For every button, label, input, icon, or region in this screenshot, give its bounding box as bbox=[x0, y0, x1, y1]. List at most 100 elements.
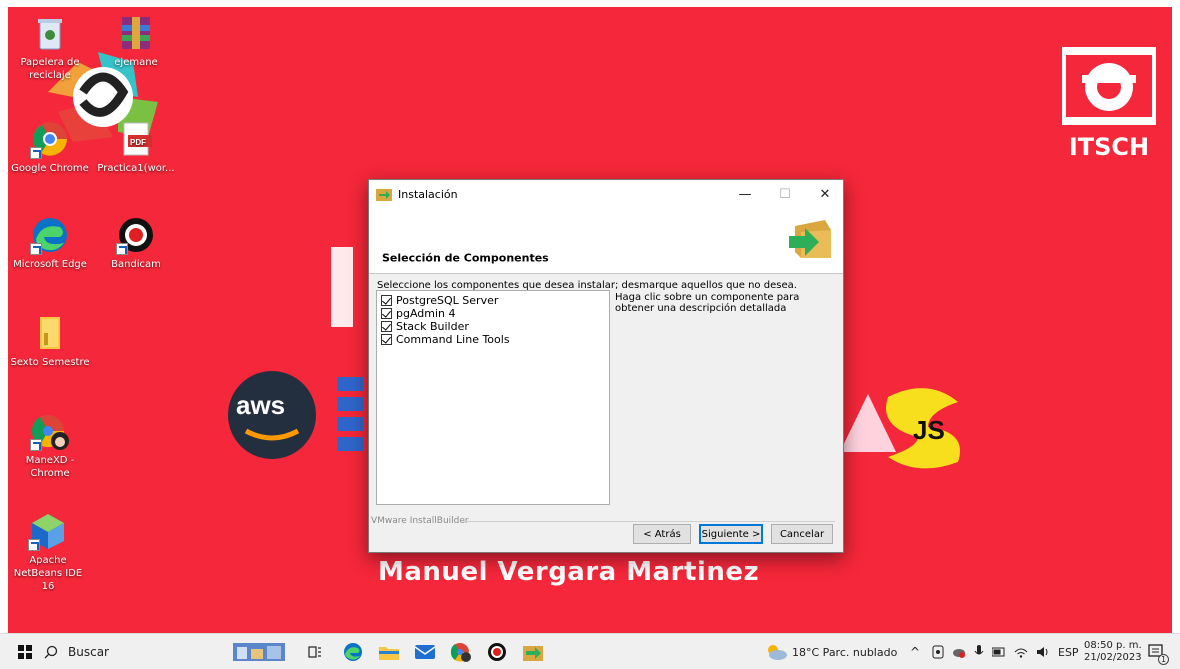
component-pgadmin[interactable]: pgAdmin 4 bbox=[381, 307, 605, 320]
clock-time: 08:50 p. m. bbox=[1084, 640, 1142, 651]
recycle-bin-icon bbox=[30, 13, 70, 53]
notification-count: 1 bbox=[1158, 654, 1170, 665]
folder-icon bbox=[379, 647, 399, 660]
package-arrow-icon bbox=[789, 220, 831, 258]
winrar-archive-icon bbox=[116, 13, 156, 53]
taskbar-mail[interactable] bbox=[408, 634, 442, 669]
aws-text: aws bbox=[236, 390, 286, 420]
news-widget[interactable] bbox=[230, 634, 288, 669]
cloud-sync-icon[interactable] bbox=[952, 646, 966, 658]
desktop-icon-chrome[interactable]: Google Chrome bbox=[8, 119, 92, 175]
language-text: ESP bbox=[1058, 645, 1079, 659]
component-command-line-tools[interactable]: Command Line Tools bbox=[381, 333, 605, 346]
search-placeholder: Buscar bbox=[68, 645, 109, 659]
desktop-icon-label: ejemane bbox=[114, 57, 158, 68]
battery-icon[interactable] bbox=[992, 647, 1006, 657]
cancel-button[interactable]: Cancelar bbox=[771, 524, 833, 544]
task-view-button[interactable] bbox=[300, 634, 330, 669]
weather-text: 18°C Parc. nublado bbox=[792, 645, 898, 659]
itsch-emblem-icon bbox=[1058, 47, 1160, 125]
checkbox[interactable] bbox=[381, 321, 392, 332]
task-view-icon bbox=[308, 646, 321, 658]
close-button[interactable]: ✕ bbox=[805, 180, 845, 208]
js-text: JS bbox=[913, 415, 945, 445]
maximize-button[interactable]: ☐ bbox=[765, 180, 805, 208]
desktop-icon-bandicam[interactable]: Bandicam bbox=[94, 215, 178, 271]
installer-app-icon bbox=[376, 189, 392, 201]
pdf-file-icon: PDF bbox=[116, 119, 156, 159]
clock[interactable]: 08:50 p. m. 21/02/2023 bbox=[1084, 634, 1142, 669]
header-title: Selección de Componentes bbox=[382, 251, 549, 265]
desktop-icon-label: Papelera de reciclaje bbox=[20, 57, 80, 81]
dialog-title: Instalación bbox=[398, 187, 458, 201]
show-hidden-icons-button[interactable]: ^ bbox=[910, 634, 920, 669]
checkbox[interactable] bbox=[381, 308, 392, 319]
microphone-icon[interactable] bbox=[974, 645, 984, 659]
desktop-icon-ejemane[interactable]: ejemane bbox=[94, 13, 178, 69]
taskbar-chrome-profile[interactable] bbox=[444, 634, 478, 669]
taskbar-search[interactable]: Buscar bbox=[44, 634, 214, 669]
desktop-icon-edge[interactable]: Microsoft Edge bbox=[8, 215, 92, 271]
next-button[interactable]: Siguiente > bbox=[699, 524, 763, 544]
svg-text:PDF: PDF bbox=[130, 138, 146, 147]
stack-logo-icon bbox=[331, 247, 363, 451]
tray-icons bbox=[932, 634, 1050, 669]
desktop-icon-label: Bandicam bbox=[111, 259, 161, 270]
shortcut-arrow-icon bbox=[30, 439, 42, 451]
taskbar-file-explorer[interactable] bbox=[372, 634, 406, 669]
taskbar-edge[interactable] bbox=[336, 634, 370, 669]
taskbar-bandicam[interactable] bbox=[480, 634, 514, 669]
back-button[interactable]: < Atrás bbox=[633, 524, 691, 544]
edge-icon bbox=[344, 643, 362, 661]
component-stack-builder[interactable]: Stack Builder bbox=[381, 320, 605, 333]
weather-partly-cloudy-icon bbox=[768, 645, 787, 660]
desktop-icon-label: Apache NetBeans IDE 16 bbox=[13, 555, 83, 592]
shortcut-arrow-icon bbox=[30, 243, 42, 255]
notification-center-button[interactable]: 1 bbox=[1148, 634, 1170, 669]
bandicam-icon bbox=[488, 643, 506, 661]
meet-now-icon[interactable] bbox=[932, 645, 944, 659]
wifi-icon[interactable] bbox=[1014, 646, 1028, 658]
desktop-icon-label: Microsoft Edge bbox=[13, 259, 87, 270]
itsch-text: ITSCH bbox=[1068, 133, 1150, 161]
volume-icon[interactable] bbox=[1036, 646, 1050, 658]
search-icon bbox=[44, 645, 58, 659]
desktop-icon-recycle-bin[interactable]: Papelera de reciclaje bbox=[8, 13, 92, 82]
weather-widget[interactable]: 18°C Parc. nublado bbox=[764, 634, 897, 669]
shortcut-arrow-icon bbox=[116, 243, 128, 255]
language-indicator[interactable]: ESP bbox=[1058, 634, 1079, 669]
minimize-button[interactable]: — bbox=[725, 180, 765, 208]
wallpaper-name: Manuel Vergara Martinez bbox=[378, 557, 760, 587]
checkbox[interactable] bbox=[381, 334, 392, 345]
component-label: PostgreSQL Server bbox=[396, 294, 499, 307]
desktop: aws JS ITSCH Manuel Vergara Martinez Pap… bbox=[8, 7, 1172, 633]
bandicam-icon bbox=[116, 215, 156, 255]
netbeans-icon bbox=[28, 511, 68, 551]
desktop-icon-label: ManeXD - Chrome bbox=[25, 455, 75, 479]
chrome-profile-icon bbox=[450, 643, 471, 662]
edge-icon bbox=[30, 215, 70, 255]
shortcut-arrow-icon bbox=[30, 147, 42, 159]
checkbox[interactable] bbox=[381, 295, 392, 306]
title-bar[interactable]: Instalación — ☐ ✕ bbox=[369, 180, 843, 208]
desktop-icon-sexto-semestre[interactable]: Sexto Semestre bbox=[8, 313, 92, 369]
component-description: Haga clic sobre un componente para obten… bbox=[615, 292, 800, 314]
chevron-up-icon: ^ bbox=[910, 645, 921, 659]
desktop-icon-manexd-chrome[interactable]: ManeXD - Chrome bbox=[8, 411, 92, 480]
installer-dialog: Instalación — ☐ ✕ Selección de Component… bbox=[368, 179, 844, 553]
desktop-icon-netbeans[interactable]: Apache NetBeans IDE 16 bbox=[8, 511, 90, 593]
desktop-icon-practica1[interactable]: PDF Practica1(wor... bbox=[94, 119, 178, 175]
desktop-icon-label: Practica1(wor... bbox=[97, 163, 175, 174]
installer-brand: VMware InstallBuilder bbox=[371, 516, 469, 526]
windows-logo-icon bbox=[18, 645, 32, 659]
shortcut-arrow-icon bbox=[28, 539, 40, 551]
installer-app-icon bbox=[523, 646, 543, 661]
dialog-header: Selección de Componentes bbox=[369, 208, 843, 274]
component-list[interactable]: PostgreSQL Server pgAdmin 4 Stack Builde… bbox=[376, 290, 610, 505]
taskbar-installer[interactable] bbox=[516, 634, 550, 669]
start-button[interactable] bbox=[8, 634, 42, 669]
component-postgresql-server[interactable]: PostgreSQL Server bbox=[381, 294, 605, 307]
desktop-icon-label: Sexto Semestre bbox=[10, 357, 90, 368]
divider bbox=[463, 521, 835, 522]
news-thumbnail-icon bbox=[233, 643, 285, 661]
